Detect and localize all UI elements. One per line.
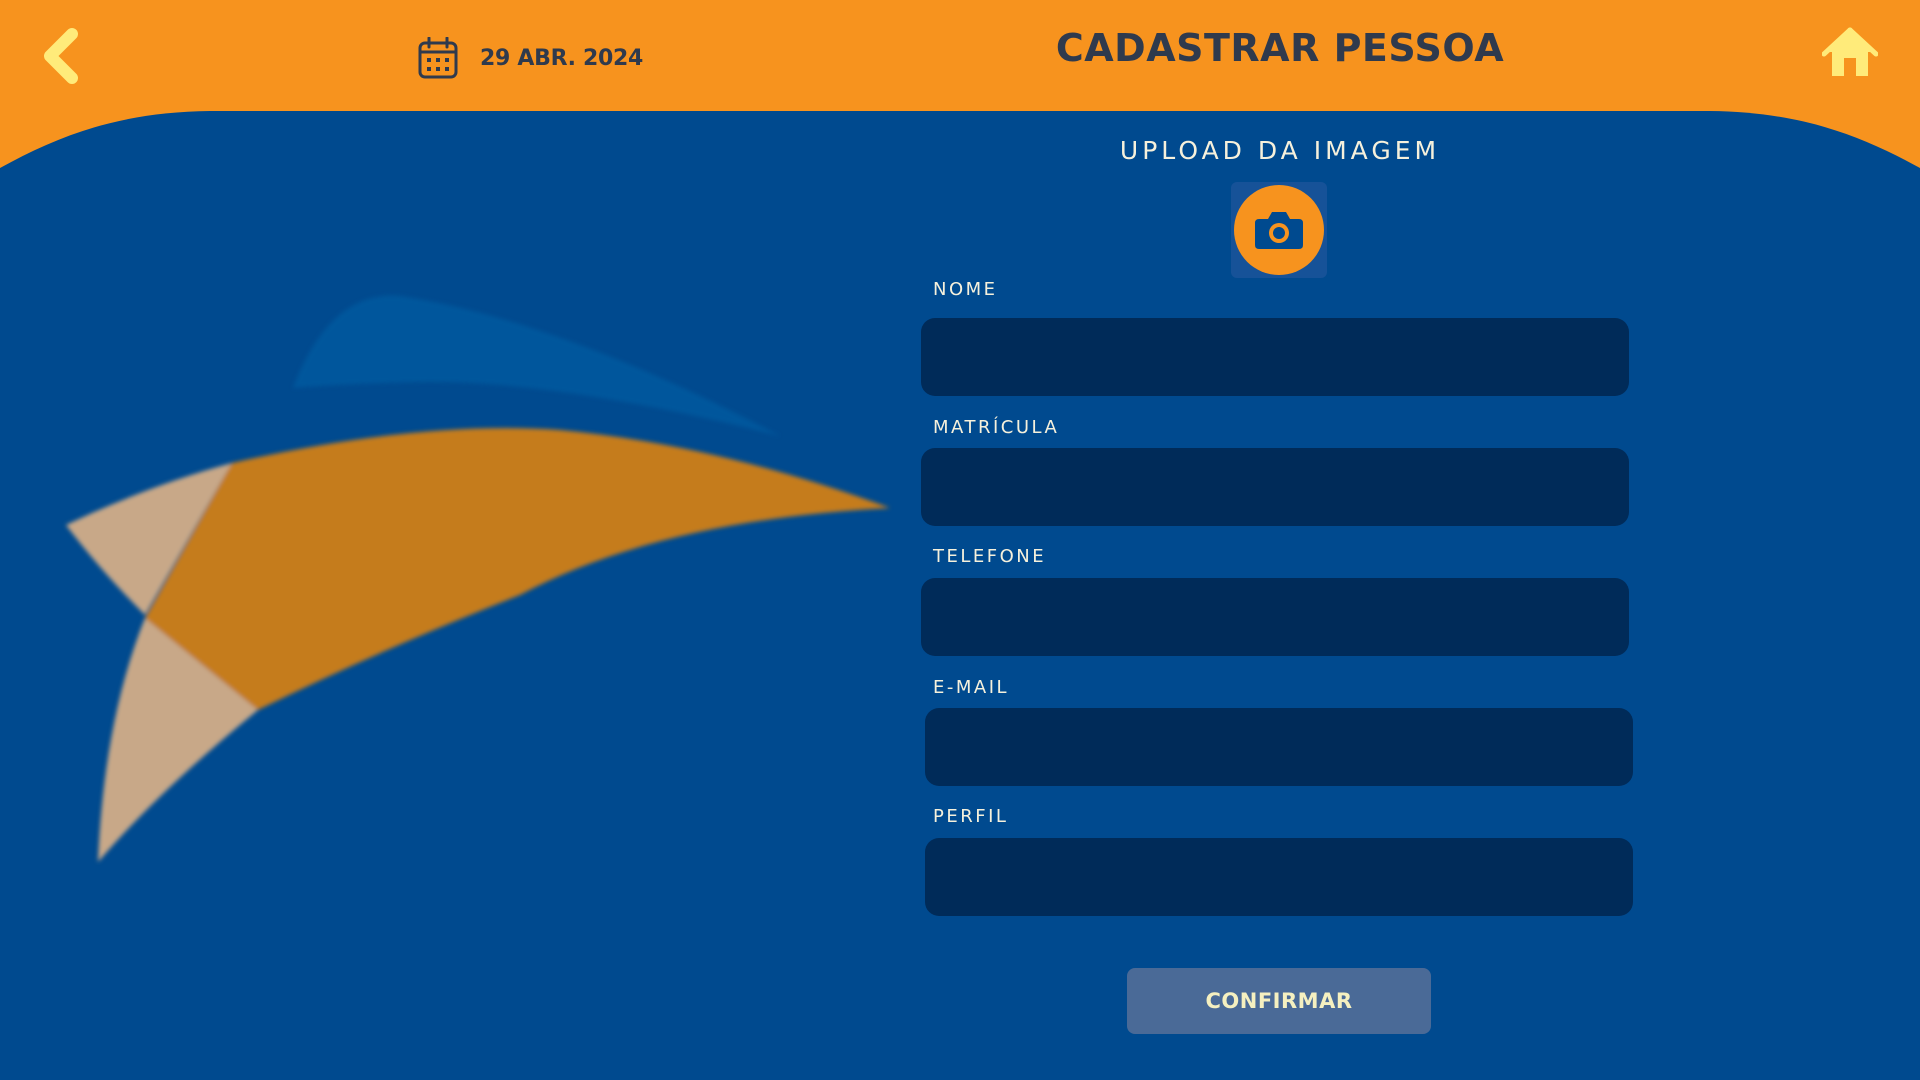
main-background (0, 111, 1920, 1080)
nome-input[interactable] (921, 318, 1629, 396)
chevron-left-icon (44, 28, 78, 84)
page-title: CADASTRAR PESSOA (1055, 26, 1505, 70)
perfil-label: PERFIL (933, 806, 1009, 827)
nome-label: NOME (933, 279, 998, 300)
camera-icon (1255, 212, 1303, 249)
back-button[interactable] (38, 26, 88, 86)
email-input[interactable] (925, 708, 1633, 786)
email-label: E-MAIL (933, 677, 1010, 698)
camera-circle (1234, 185, 1324, 275)
telefone-label: TELEFONE (933, 546, 1047, 567)
confirm-button[interactable]: CONFIRMAR (1127, 968, 1431, 1034)
home-button[interactable] (1821, 26, 1879, 80)
matricula-label: MATRÍCULA (933, 417, 1060, 438)
matricula-input[interactable] (921, 448, 1629, 526)
calendar-icon (418, 37, 458, 79)
perfil-input[interactable] (925, 838, 1633, 916)
upload-image-label: UPLOAD DA IMAGEM (1119, 136, 1441, 165)
upload-image-button[interactable] (1231, 182, 1327, 278)
telefone-input[interactable] (921, 578, 1629, 656)
date-display: 29 ABR. 2024 (418, 36, 643, 80)
home-icon (1821, 27, 1879, 76)
date-text: 29 ABR. 2024 (480, 45, 644, 71)
